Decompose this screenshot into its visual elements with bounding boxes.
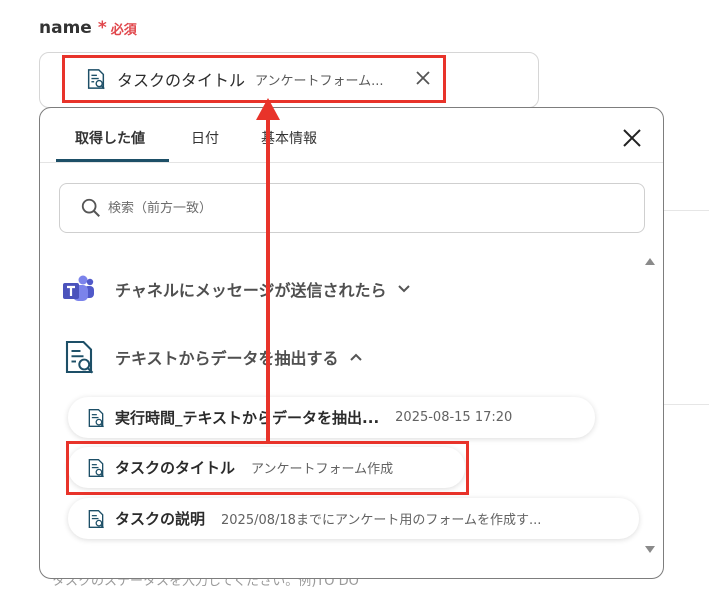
field-label: name * 必須	[39, 18, 137, 38]
group-toggle[interactable]	[397, 282, 411, 296]
search-box	[59, 183, 645, 233]
group-extract-data[interactable]: テキストからデータを抽出する	[61, 339, 363, 375]
list-item-task-title[interactable]: タスクのタイトル アンケートフォーム作成	[68, 447, 465, 488]
background-divider	[664, 404, 709, 405]
document-search-icon	[87, 69, 105, 90]
item-label: タスクのタイトル	[115, 459, 236, 477]
chevron-down-icon	[397, 285, 410, 293]
list-item-task-description[interactable]: タスクの説明 2025/08/18までにアンケート用のフォームを作成す...	[68, 498, 639, 539]
group-label: チャネルにメッセージが送信されたら	[115, 281, 387, 300]
scroll-down-arrow[interactable]	[645, 546, 655, 553]
item-value: 2025-08-15 17:20	[395, 410, 513, 425]
close-panel-button[interactable]	[621, 127, 643, 149]
list-item-execution-time[interactable]: 実行時間_テキストからデータを抽出... 2025-08-15 17:20	[68, 397, 595, 438]
required-star: *	[97, 18, 107, 38]
tab-retrieved-values[interactable]: 取得した値	[75, 128, 145, 148]
item-value: 2025/08/18までにアンケート用のフォームを作成す...	[221, 513, 542, 528]
selected-value-chip[interactable]: タスクのタイトル アンケートフォーム...	[62, 55, 446, 103]
group-teams-trigger[interactable]: チャネルにメッセージが送信されたら	[61, 274, 411, 304]
remove-chip-button[interactable]	[413, 68, 433, 88]
field-name: name	[39, 18, 92, 38]
picker-tabs: 取得した値 日付 基本情報	[40, 108, 663, 163]
required-badge: 必須	[110, 22, 137, 38]
item-value: アンケートフォーム作成	[251, 462, 394, 477]
background-divider	[664, 210, 709, 211]
close-icon	[416, 71, 430, 85]
tab-date[interactable]: 日付	[191, 128, 219, 148]
chip-label: タスクのタイトル	[117, 71, 246, 90]
item-label: タスクの説明	[115, 510, 206, 528]
group-label: テキストからデータを抽出する	[115, 349, 339, 368]
search-input[interactable]	[108, 200, 558, 216]
tab-basic-info[interactable]: 基本情報	[261, 128, 317, 148]
active-tab-indicator	[56, 159, 169, 162]
document-search-icon	[88, 458, 104, 477]
item-label: 実行時間_テキストからデータを抽出...	[115, 409, 380, 427]
group-toggle[interactable]	[349, 350, 363, 364]
document-search-icon	[65, 340, 94, 374]
close-icon	[623, 129, 641, 147]
document-search-icon	[88, 408, 104, 427]
chip-value: アンケートフォーム...	[255, 73, 384, 89]
chevron-up-icon	[349, 353, 362, 361]
search-icon	[81, 198, 100, 217]
teams-icon	[63, 275, 94, 301]
document-search-icon	[88, 509, 104, 528]
scroll-up-arrow[interactable]	[645, 258, 655, 265]
